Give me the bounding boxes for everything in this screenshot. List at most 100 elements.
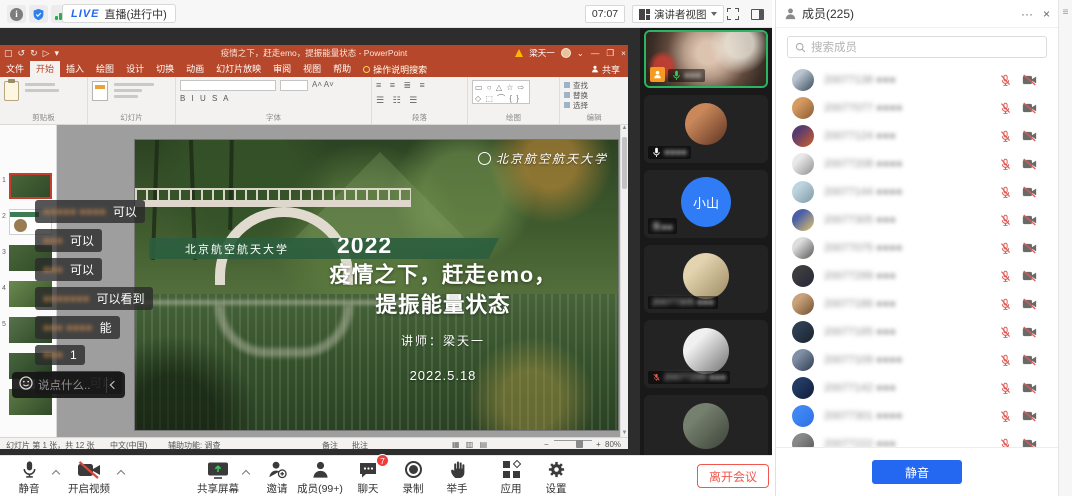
mute-all-button[interactable]: 静音: [872, 460, 962, 484]
info-icon[interactable]: i: [7, 5, 26, 23]
member-row[interactable]: 20077301 ●●●●: [776, 402, 1059, 430]
select-button[interactable]: 选择: [564, 100, 624, 110]
member-row[interactable]: 20077109 ●●●●: [776, 346, 1059, 374]
start-video-button[interactable]: 开启视频: [60, 459, 118, 496]
mic-muted-icon[interactable]: [999, 186, 1012, 199]
chat-input-placeholder[interactable]: 说点什么...: [38, 377, 90, 393]
member-row[interactable]: 20077165 ●●●: [776, 318, 1059, 346]
shield-icon[interactable]: [29, 5, 48, 23]
member-row[interactable]: 20077208 ●●●●: [776, 150, 1059, 178]
ppt-menu-tab[interactable]: 视图: [297, 61, 327, 77]
member-row[interactable]: 20077186 ●●●: [776, 290, 1059, 318]
mic-muted-icon[interactable]: [999, 298, 1012, 311]
member-row[interactable]: 20077075 ●●●●: [776, 234, 1059, 262]
mic-muted-icon[interactable]: [999, 354, 1012, 367]
camera-off-icon[interactable]: [1022, 354, 1037, 366]
ppt-menu-tab[interactable]: 幻灯片放映: [210, 61, 267, 77]
zoom-slider[interactable]: [554, 440, 592, 442]
zoom-slider-knob[interactable]: [576, 440, 583, 448]
ppt-share-button[interactable]: 共享: [583, 61, 628, 77]
font-style-buttons[interactable]: B I U S A: [180, 94, 367, 103]
ppt-menu-tab[interactable]: 绘图: [90, 61, 120, 77]
ppt-menu-tab[interactable]: 开始: [30, 61, 60, 77]
shapes-gallery[interactable]: ▭ ○ △ ☆ ⇨◇ ⬚ ⌒ { }: [472, 80, 530, 104]
camera-off-icon[interactable]: [1022, 438, 1037, 447]
mic-muted-icon[interactable]: [999, 214, 1012, 227]
camera-off-icon[interactable]: [1022, 410, 1037, 422]
ppt-menu-tab[interactable]: 插入: [60, 61, 90, 77]
more-options-icon[interactable]: ···: [1021, 7, 1033, 21]
view-mode-dropdown[interactable]: 演讲者视图: [632, 5, 724, 23]
member-row[interactable]: 20077299 ●●●: [776, 262, 1059, 290]
ppt-menu-tab[interactable]: 设计: [120, 61, 150, 77]
member-row[interactable]: 20077077 ●●●●: [776, 94, 1059, 122]
camera-off-icon[interactable]: [1022, 382, 1037, 394]
video-options-caret[interactable]: [118, 469, 125, 476]
font-name-box[interactable]: [180, 80, 276, 91]
zoom-in-button[interactable]: +: [596, 440, 601, 449]
member-row[interactable]: 20077138 ●●●: [776, 66, 1059, 94]
comments-toggle[interactable]: 批注: [352, 440, 368, 451]
ribbon-group-drawing[interactable]: ▭ ○ △ ☆ ⇨◇ ⬚ ⌒ { } 绘图: [468, 77, 560, 124]
camera-off-icon[interactable]: [1022, 326, 1037, 338]
raise-hand-button[interactable]: 举手: [428, 459, 486, 496]
collapse-chat-icon[interactable]: [110, 381, 118, 389]
camera-off-icon[interactable]: [1022, 74, 1037, 86]
mic-muted-icon[interactable]: [999, 74, 1012, 87]
new-slide-icon[interactable]: [92, 81, 108, 101]
member-row[interactable]: 20077222 ●●●: [776, 430, 1059, 447]
zoom-percent[interactable]: 80%: [605, 440, 621, 449]
mic-muted-icon[interactable]: [999, 270, 1012, 283]
emoji-icon[interactable]: [19, 376, 33, 395]
tell-me-search[interactable]: 操作说明搜索: [357, 61, 433, 77]
alert-icon[interactable]: [515, 49, 523, 57]
mic-muted-icon[interactable]: [999, 438, 1012, 448]
ppt-scrollbar[interactable]: ▲▼: [620, 125, 628, 437]
video-tile[interactable]: [644, 395, 768, 455]
ppt-user-avatar[interactable]: [561, 48, 571, 58]
replace-button[interactable]: 替换: [564, 90, 624, 100]
member-row[interactable]: 20077305 ●●●: [776, 206, 1059, 234]
camera-off-icon[interactable]: [1022, 186, 1037, 198]
font-size-box[interactable]: [280, 80, 308, 91]
mute-button[interactable]: 静音: [0, 459, 58, 496]
ribbon-group-paragraph[interactable]: ≡ ≡ ≣ ≡ ☰ ☷ ☰ 段落: [372, 77, 468, 124]
close-panel-icon[interactable]: ×: [1043, 7, 1050, 21]
fullscreen-button[interactable]: [724, 6, 742, 22]
camera-off-icon[interactable]: [1022, 242, 1037, 254]
view-switcher-icons[interactable]: ▦ ▥ ▤: [452, 440, 489, 449]
mic-muted-icon[interactable]: [999, 326, 1012, 339]
mic-muted-icon[interactable]: [999, 410, 1012, 423]
ppt-menu-tab[interactable]: 审阅: [267, 61, 297, 77]
video-tile-speaker[interactable]: ●●●: [644, 30, 768, 88]
member-row[interactable]: 20077144 ●●●●: [776, 178, 1059, 206]
ppt-menu-tab[interactable]: 切换: [150, 61, 180, 77]
video-tile[interactable]: ●●●●: [644, 95, 768, 163]
slide-thumbnail-1[interactable]: [9, 173, 52, 199]
ppt-menu-tab[interactable]: 动画: [180, 61, 210, 77]
ribbon-group-clipboard[interactable]: 剪贴板: [0, 77, 88, 124]
member-row[interactable]: 20077124 ●●●: [776, 122, 1059, 150]
video-tile[interactable]: 小山 朱●●: [644, 170, 768, 238]
mic-muted-icon[interactable]: [999, 158, 1012, 171]
camera-off-icon[interactable]: [1022, 102, 1037, 114]
camera-off-icon[interactable]: [1022, 158, 1037, 170]
ribbon-group-slides[interactable]: 幻灯片: [88, 77, 176, 124]
mic-muted-icon[interactable]: [999, 130, 1012, 143]
find-button[interactable]: 查找: [564, 80, 624, 90]
mic-options-caret[interactable]: [53, 469, 60, 476]
mic-muted-icon[interactable]: [999, 102, 1012, 115]
notes-toggle[interactable]: 备注: [322, 440, 338, 451]
chat-input-bar[interactable]: 说点什么...: [12, 372, 125, 398]
leave-meeting-button[interactable]: 离开会议: [697, 464, 769, 488]
member-search-input[interactable]: 搜索成员: [787, 36, 1047, 58]
side-panel-toggle-button[interactable]: [748, 6, 766, 22]
camera-off-icon[interactable]: [1022, 270, 1037, 282]
camera-off-icon[interactable]: [1022, 298, 1037, 310]
settings-button[interactable]: 设置: [527, 459, 585, 496]
share-screen-button[interactable]: 共享屏幕: [189, 459, 247, 496]
camera-off-icon[interactable]: [1022, 130, 1037, 142]
window-scrollbar[interactable]: ≡: [1058, 0, 1072, 496]
video-tile[interactable]: 20077299 ●●●: [644, 320, 768, 388]
paste-icon[interactable]: [4, 81, 19, 101]
